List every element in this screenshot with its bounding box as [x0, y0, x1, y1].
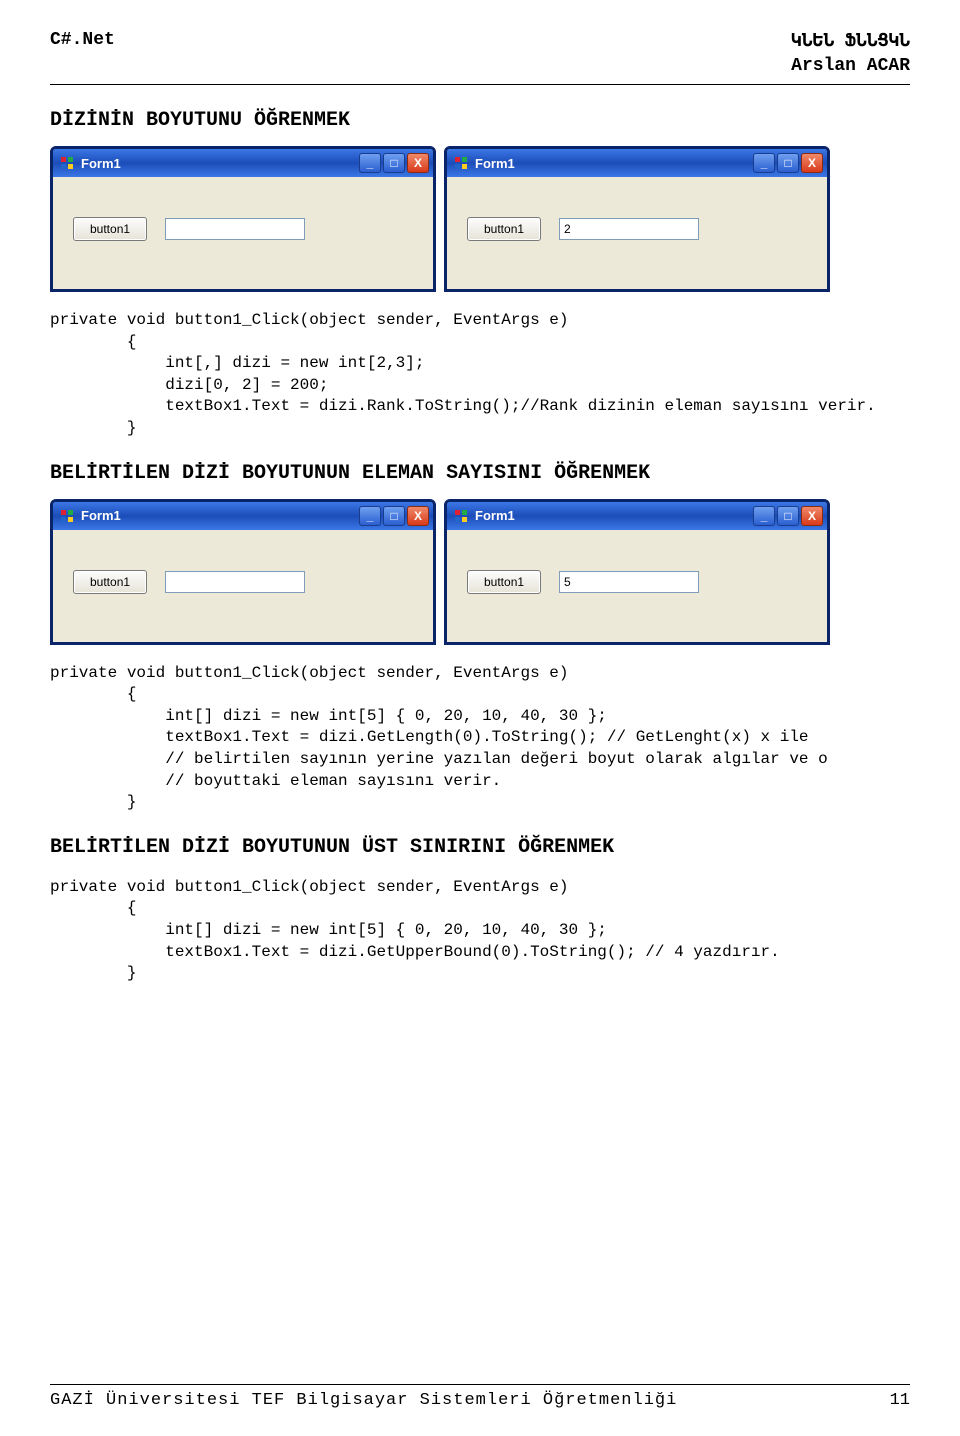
section2-windows: Form1 _ □ X button1 Form1 — [50, 499, 910, 645]
minimize-button[interactable]: _ — [359, 153, 381, 173]
titlebar[interactable]: Form1 _ □ X — [447, 502, 827, 530]
maximize-button[interactable]: □ — [383, 153, 405, 173]
footer-page-number: 11 — [890, 1391, 910, 1410]
minimize-button[interactable]: _ — [753, 153, 775, 173]
close-button[interactable]: X — [801, 153, 823, 173]
minimize-icon: _ — [367, 509, 374, 523]
minimize-icon: _ — [761, 509, 768, 523]
close-button[interactable]: X — [407, 506, 429, 526]
app-icon — [453, 155, 469, 171]
titlebar[interactable]: Form1 _ □ X — [53, 149, 433, 177]
window-title: Form1 — [81, 508, 121, 523]
close-icon: X — [808, 509, 816, 523]
maximize-button[interactable]: □ — [383, 506, 405, 526]
client-area: button1 — [53, 177, 433, 289]
section1-title: DİZİNİN BOYUTUNU ÖĞRENMEK — [50, 109, 910, 132]
window-title: Form1 — [475, 156, 515, 171]
section1-code: private void button1_Click(object sender… — [50, 310, 910, 440]
form1-window: Form1 _ □ X button1 — [444, 146, 830, 292]
close-button[interactable]: X — [407, 153, 429, 173]
textbox1[interactable] — [559, 571, 699, 593]
maximize-icon: □ — [390, 509, 397, 523]
section1-windows: Form1 _ □ X button1 Form1 — [50, 146, 910, 292]
textbox1[interactable] — [559, 218, 699, 240]
app-icon — [59, 155, 75, 171]
footer-divider — [50, 1384, 910, 1385]
close-icon: X — [808, 156, 816, 170]
header-author: Arslan ACAR — [50, 56, 910, 76]
form1-window: Form1 _ □ X button1 — [50, 146, 436, 292]
section3-code: private void button1_Click(object sender… — [50, 877, 910, 985]
button1[interactable]: button1 — [73, 217, 147, 241]
minimize-button[interactable]: _ — [753, 506, 775, 526]
section2-code: private void button1_Click(object sender… — [50, 663, 910, 814]
close-icon: X — [414, 156, 422, 170]
header-left: C#.Net — [50, 30, 115, 52]
maximize-icon: □ — [784, 509, 791, 523]
titlebar[interactable]: Form1 _ □ X — [447, 149, 827, 177]
section2-title: BELİRTİLEN DİZİ BOYUTUNUN ELEMAN SAYISIN… — [50, 462, 910, 485]
titlebar[interactable]: Form1 _ □ X — [53, 502, 433, 530]
minimize-icon: _ — [367, 156, 374, 170]
close-icon: X — [414, 509, 422, 523]
form1-window: Form1 _ □ X button1 — [444, 499, 830, 645]
textbox1[interactable] — [165, 218, 305, 240]
form1-window: Form1 _ □ X button1 — [50, 499, 436, 645]
button1[interactable]: button1 — [467, 570, 541, 594]
button1[interactable]: button1 — [73, 570, 147, 594]
client-area: button1 — [447, 530, 827, 642]
minimize-button[interactable]: _ — [359, 506, 381, 526]
maximize-icon: □ — [390, 156, 397, 170]
header-divider — [50, 84, 910, 85]
app-icon — [59, 508, 75, 524]
minimize-icon: _ — [761, 156, 768, 170]
window-title: Form1 — [81, 156, 121, 171]
close-button[interactable]: X — [801, 506, 823, 526]
window-title: Form1 — [475, 508, 515, 523]
textbox1[interactable] — [165, 571, 305, 593]
maximize-button[interactable]: □ — [777, 153, 799, 173]
header-right-top: ԿՆԵՆ ՖՆՆՑԿՆ — [791, 30, 910, 52]
maximize-icon: □ — [784, 156, 791, 170]
client-area: button1 — [53, 530, 433, 642]
app-icon — [453, 508, 469, 524]
section3-title: BELİRTİLEN DİZİ BOYUTUNUN ÜST SINIRINI Ö… — [50, 836, 910, 859]
button1[interactable]: button1 — [467, 217, 541, 241]
maximize-button[interactable]: □ — [777, 506, 799, 526]
client-area: button1 — [447, 177, 827, 289]
footer-institution: GAZİ Üniversitesi TEF Bilgisayar Sisteml… — [50, 1391, 677, 1410]
